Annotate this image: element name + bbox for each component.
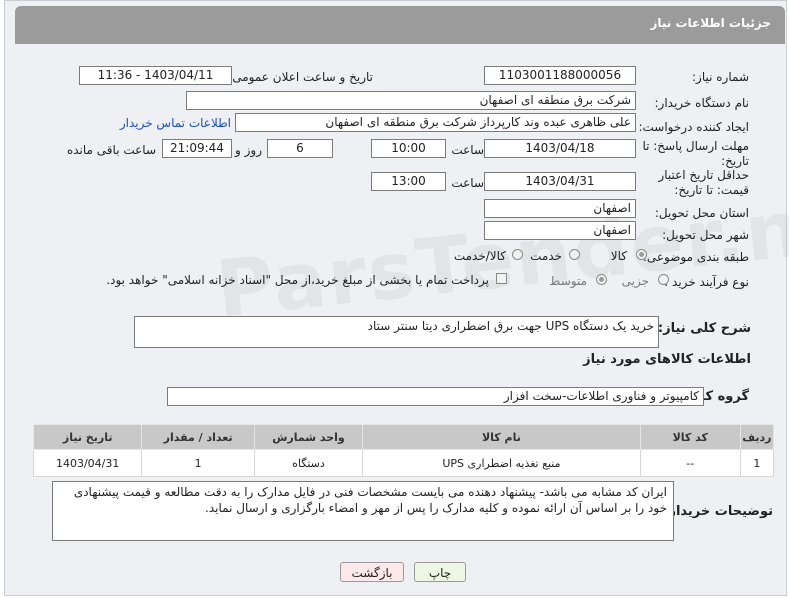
payment-checkbox[interactable]: [496, 273, 507, 284]
table-row: 1 -- منبع تغذیه اضطراری UPS دستگاه 1 140…: [32, 449, 775, 477]
buyer-label: نام دستگاه خریدار:: [654, 96, 750, 110]
process-partial-label: جزیی: [621, 274, 649, 288]
validity-label: حداقل تاریخ اعتبار قیمت: تا تاریخ:: [658, 168, 749, 197]
buyer-notes-label: توضیحات خریدار:: [663, 504, 773, 519]
cell-unit: دستگاه: [253, 449, 364, 477]
payment-note: پرداخت تمام یا بخشی از مبلغ خرید،از محل …: [106, 273, 489, 287]
process-medium-radio[interactable]: [596, 274, 607, 285]
table-header-row: ردیف کد کالا نام کالا واحد شمارش تعداد /…: [32, 424, 775, 450]
validity-date-field[interactable]: 1403/04/31: [484, 172, 636, 191]
remaining-label: ساعت باقی مانده: [66, 143, 156, 157]
deadline-label: مهلت ارسال پاسخ: تا تاریخ:: [642, 139, 749, 168]
deadline-time-label: ساعت: [451, 143, 484, 157]
cell-name: منبع تغذیه اضطراری UPS: [362, 449, 641, 477]
page-header: جزئیات اطلاعات نیاز: [15, 6, 785, 44]
validity-time-label: ساعت: [451, 176, 484, 190]
col-row-header: ردیف: [739, 424, 775, 450]
process-medium-label: متوسط: [549, 274, 587, 288]
city-label: شهر محل تحویل:: [662, 228, 749, 242]
category-service-radio[interactable]: [569, 249, 580, 260]
buyer-contact-link[interactable]: اطلاعات تماس خریدار: [120, 116, 231, 130]
process-label: نوع فرآیند خرید :: [664, 275, 749, 289]
category-service-label: خدمت: [530, 249, 562, 263]
page-title: جزئیات اطلاعات نیاز: [650, 16, 771, 30]
category-goods-radio[interactable]: [636, 249, 647, 260]
cell-row: 1: [739, 449, 775, 477]
process-partial-radio[interactable]: [658, 274, 669, 285]
col-code-header: کد کالا: [639, 424, 741, 450]
print-button[interactable]: چاپ: [414, 562, 466, 582]
need-number-field[interactable]: 1103001188000056: [484, 66, 636, 85]
days-and-label: روز و: [235, 143, 262, 157]
province-field[interactable]: اصفهان: [484, 199, 636, 218]
remaining-time-field[interactable]: 21:09:44: [162, 139, 232, 158]
summary-textarea[interactable]: خرید یک دستگاه UPS جهت برق اضطراری دیتا …: [134, 316, 659, 348]
back-button[interactable]: بازگشت: [340, 562, 404, 582]
category-label: طبقه بندی موضوعی:: [642, 250, 749, 264]
goods-section-title: اطلاعات کالاهای مورد نیاز: [583, 352, 751, 367]
creator-label: ایجاد کننده درخواست:: [638, 120, 749, 134]
col-date-header: تاریخ نیاز: [32, 424, 143, 450]
summary-label: شرح کلی نیاز:: [657, 321, 751, 336]
buyer-field[interactable]: شرکت برق منطقه ای اصفهان: [186, 91, 636, 110]
buyer-notes-textarea[interactable]: ایران کد مشابه می باشد- پیشنهاد دهنده می…: [52, 481, 674, 541]
col-qty-header: تعداد / مقدار: [141, 424, 255, 450]
city-field[interactable]: اصفهان: [484, 221, 636, 240]
announce-date-label: تاریخ و ساعت اعلان عمومی:: [228, 70, 373, 84]
validity-time-field[interactable]: 13:00: [371, 172, 446, 191]
announce-date-field[interactable]: 1403/04/11 - 11:36: [79, 66, 232, 85]
deadline-time-field[interactable]: 10:00: [371, 139, 446, 158]
cell-date: 1403/04/31: [32, 449, 143, 477]
category-both-radio[interactable]: [512, 249, 523, 260]
cell-code: --: [639, 449, 741, 477]
creator-field[interactable]: علی ظاهری عبده وند کارپرداز شرکت برق منط…: [235, 113, 636, 132]
col-name-header: نام کالا: [362, 424, 641, 450]
category-both-label: کالا/خدمت: [453, 249, 506, 263]
need-number-label: شماره نیاز:: [692, 70, 749, 84]
category-goods-label: کالا: [610, 249, 627, 263]
province-label: استان محل تحویل:: [654, 206, 749, 220]
col-unit-header: واحد شمارش: [253, 424, 364, 450]
cell-qty: 1: [141, 449, 255, 477]
days-field[interactable]: 6: [267, 139, 333, 158]
deadline-date-field[interactable]: 1403/04/18: [484, 139, 636, 158]
goods-table: ردیف کد کالا نام کالا واحد شمارش تعداد /…: [32, 424, 775, 477]
goods-group-field[interactable]: کامپیوتر و فناوری اطلاعات-سخت افزار: [167, 387, 704, 406]
